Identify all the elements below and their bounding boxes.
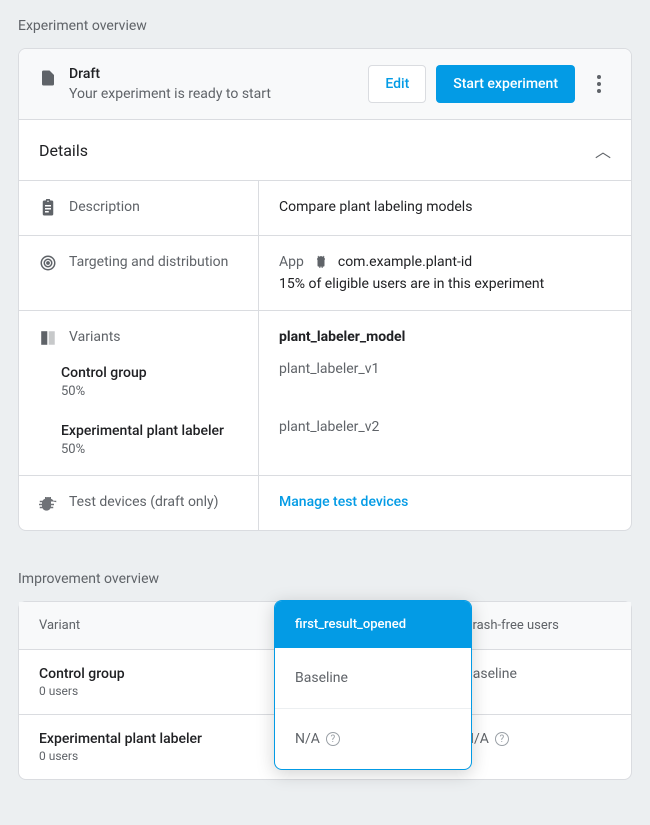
distribution-text: 15% of eligible users are in this experi… [279, 276, 611, 292]
targeting-label: Targeting and distribution [69, 254, 228, 270]
bug-icon [39, 494, 57, 512]
help-icon[interactable]: ? [326, 732, 340, 746]
description-label: Description [69, 199, 140, 215]
col-header-crash-free: Crash-free users [444, 602, 631, 649]
variant-experimental: Experimental plant labeler 50% [39, 423, 238, 457]
highlighted-metric-header: first_result_opened [275, 601, 471, 648]
row-variant-name: Control group [39, 666, 237, 682]
details-title: Details [39, 141, 88, 160]
variants-row: Variants Control group 50% Experimental … [19, 310, 631, 475]
variants-label: Variants [69, 329, 121, 345]
improvement-overview-heading: Improvement overview [18, 571, 632, 587]
file-icon [39, 67, 57, 89]
ab-test-icon [39, 329, 57, 347]
col-header-variant: Variant [19, 602, 257, 649]
highlighted-metric-column: first_result_opened Baseline N/A ? [274, 600, 472, 770]
draft-status-label: Draft [69, 66, 271, 82]
parameter-key: plant_labeler_model [279, 329, 611, 345]
app-label: App [279, 254, 304, 270]
target-icon [39, 254, 57, 272]
variant-name: Control group [61, 365, 238, 381]
overflow-menu-button[interactable] [587, 72, 611, 96]
draft-status-bar: Draft Your experiment is ready to start … [19, 49, 631, 119]
metric-na: N/A [295, 731, 320, 747]
start-experiment-button[interactable]: Start experiment [436, 65, 575, 103]
row-variant-users: 0 users [39, 749, 237, 763]
test-devices-row: Test devices (draft only) Manage test de… [19, 475, 631, 530]
targeting-row: Targeting and distribution App com.examp… [19, 235, 631, 310]
row-variant-users: 0 users [39, 684, 237, 698]
description-row: Description Compare plant labeling model… [19, 180, 631, 235]
clipboard-icon [39, 199, 57, 217]
variant-pct: 50% [61, 442, 238, 457]
parameter-value-experimental: plant_labeler_v2 [279, 419, 611, 435]
experiment-card: Draft Your experiment is ready to start … [18, 48, 632, 531]
app-id: com.example.plant-id [338, 254, 472, 270]
metric-baseline: Baseline [295, 670, 348, 686]
parameter-value-control: plant_labeler_v1 [279, 361, 611, 377]
variant-pct: 50% [61, 384, 238, 399]
row-variant-name: Experimental plant labeler [39, 731, 237, 747]
description-value: Compare plant labeling models [279, 199, 472, 215]
details-section-toggle[interactable]: Details ︿ [19, 119, 631, 180]
variant-name: Experimental plant labeler [61, 423, 238, 439]
manage-test-devices-link[interactable]: Manage test devices [279, 494, 408, 510]
help-icon[interactable]: ? [495, 732, 509, 746]
chevron-up-icon: ︿ [595, 138, 611, 162]
experiment-overview-heading: Experiment overview [18, 18, 632, 34]
edit-button[interactable]: Edit [368, 65, 426, 103]
variant-control: Control group 50% [39, 365, 238, 399]
android-icon [314, 255, 328, 269]
draft-status-subline: Your experiment is ready to start [69, 86, 271, 102]
test-devices-label: Test devices (draft only) [69, 494, 219, 510]
